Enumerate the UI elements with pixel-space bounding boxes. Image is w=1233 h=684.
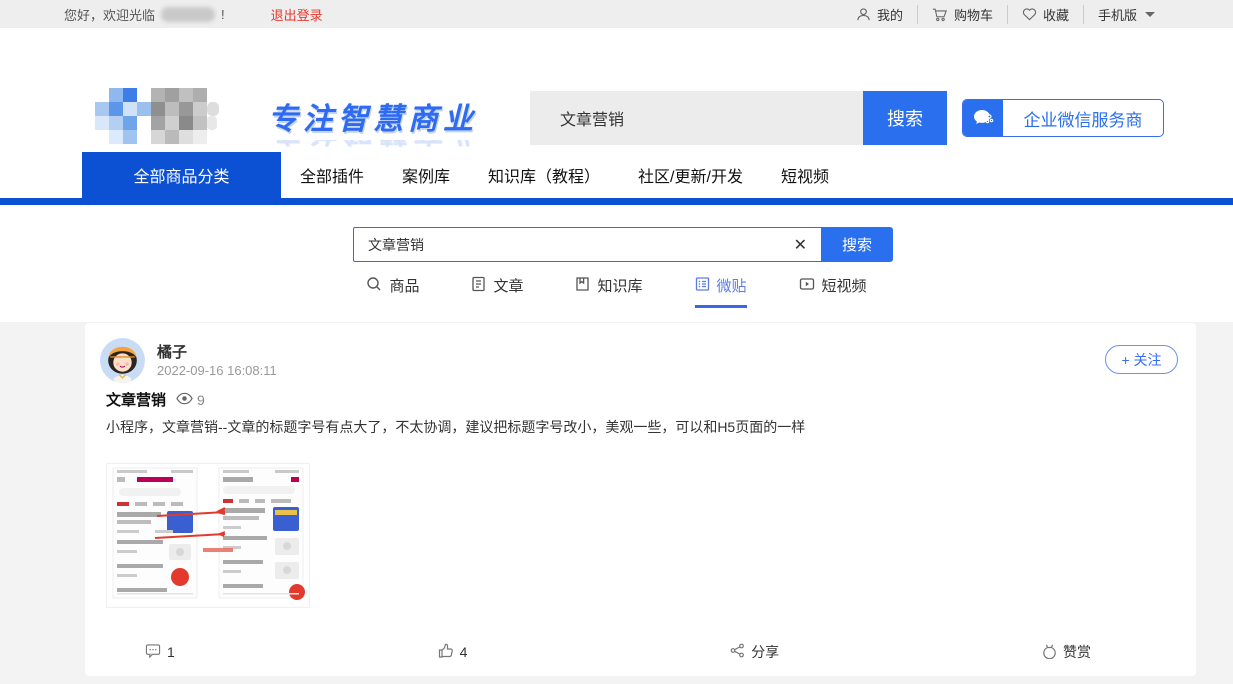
header-search-input[interactable] (530, 91, 863, 145)
site-logo-pixelated[interactable] (95, 88, 223, 149)
favorites-link[interactable]: 收藏 (1007, 5, 1083, 24)
tagline: 专注智慧商业 专注智慧商业 (268, 94, 488, 156)
tab-articles[interactable]: 文章 (471, 275, 523, 308)
post-timestamp: 2022-09-16 16:08:11 (157, 363, 277, 378)
topbar: 您好，欢迎光临 ! 退出登录 我的 购物车 (0, 0, 1233, 28)
my-account-label: 我的 (877, 5, 903, 24)
heart-icon (1022, 7, 1037, 21)
post-title-row: 文章营销 9 (106, 389, 205, 410)
tab-short-video[interactable]: 短视频 (799, 275, 867, 308)
thumbs-up-icon (438, 643, 454, 662)
nav-item-cases[interactable]: 案例库 (383, 152, 469, 198)
main-nav: 全部商品分类 全部插件 案例库 知识库（教程） 社区/更新/开发 短视频 (0, 152, 1233, 198)
tagline-reflection: 专注智慧商业 (268, 140, 488, 156)
video-icon (799, 276, 815, 296)
topbar-links: 我的 购物车 收藏 手机版 (842, 5, 1169, 24)
comment-count: 1 (167, 644, 175, 660)
result-search-button[interactable]: 搜索 (821, 227, 893, 262)
wecom-label: 企业微信服务商 (1003, 106, 1163, 131)
reward-action[interactable]: 赞赏 (1042, 642, 1091, 662)
cart-label: 购物车 (954, 5, 993, 24)
greeting-suffix: ! (221, 7, 225, 22)
favorites-label: 收藏 (1043, 5, 1069, 24)
post-action-row: 1 4 (85, 642, 1196, 662)
nav-item-knowledge[interactable]: 知识库（教程） (469, 152, 619, 198)
tagline-text: 专注智慧商业 (268, 94, 488, 138)
like-action[interactable]: 4 (438, 642, 468, 662)
post-body: 小程序，文章营销--文章的标题字号有点大了，不太协调，建议把标题字号改小，美观一… (106, 417, 1166, 437)
nav-item-community[interactable]: 社区/更新/开发 (619, 152, 762, 198)
mobile-version-link[interactable]: 手机版 (1083, 5, 1169, 24)
result-search-input[interactable] (354, 237, 780, 253)
share-action[interactable]: 分享 (730, 642, 779, 662)
tab-short-video-label: 短视频 (822, 275, 867, 296)
view-count: 9 (197, 392, 205, 408)
wecom-icon (963, 100, 1003, 136)
eye-icon (176, 392, 193, 408)
greeting: 您好，欢迎光临 ! 退出登录 (64, 5, 323, 24)
post-thumbnail-image[interactable] (106, 463, 310, 608)
article-icon (471, 276, 486, 296)
site-header: 专注智慧商业 专注智慧商业 搜索 企业微信服务商 (0, 28, 1233, 152)
result-search-box: ✕ (353, 227, 821, 262)
comment-action[interactable]: 1 (145, 642, 175, 662)
reward-label: 赞赏 (1063, 642, 1091, 662)
tab-microposts[interactable]: 微贴 (695, 275, 747, 308)
post-card: 橘子 2022-09-16 16:08:11 + 关注 文章营销 9 小程序，文… (85, 323, 1196, 676)
chevron-down-icon (1145, 12, 1155, 17)
user-icon (856, 7, 871, 22)
header-search-button[interactable]: 搜索 (863, 91, 947, 145)
avatar[interactable] (100, 338, 145, 383)
search-section: ✕ 搜索 商品 文章 (0, 205, 1233, 322)
greeting-prefix: 您好，欢迎光临 (64, 5, 155, 24)
search-icon (366, 276, 382, 296)
nav-item-short-video[interactable]: 短视频 (762, 152, 848, 198)
censored-username (161, 7, 215, 22)
result-tabs: 商品 文章 知识库 (0, 275, 1233, 308)
tab-microposts-label: 微贴 (717, 275, 747, 296)
logout-link[interactable]: 退出登录 (271, 5, 323, 24)
like-count: 4 (460, 644, 468, 660)
nav-item-all-categories[interactable]: 全部商品分类 (82, 152, 281, 198)
tab-products-label: 商品 (389, 275, 419, 296)
book-icon (575, 276, 590, 296)
author-name[interactable]: 橘子 (157, 341, 187, 362)
tab-knowledge[interactable]: 知识库 (575, 275, 642, 308)
reward-icon (1042, 643, 1057, 662)
cart-link[interactable]: 购物车 (917, 5, 1007, 24)
follow-button[interactable]: + 关注 (1105, 345, 1178, 374)
clear-search-icon[interactable]: ✕ (780, 235, 821, 255)
nav-underline (0, 198, 1233, 205)
result-search: ✕ 搜索 (353, 227, 893, 262)
view-counter: 9 (176, 392, 205, 408)
tab-articles-label: 文章 (493, 275, 523, 296)
page: 您好，欢迎光临 ! 退出登录 我的 购物车 (0, 0, 1233, 684)
cart-icon (932, 7, 948, 22)
content-area: 橘子 2022-09-16 16:08:11 + 关注 文章营销 9 小程序，文… (0, 322, 1233, 684)
tab-products[interactable]: 商品 (366, 275, 419, 308)
share-icon (730, 643, 745, 661)
share-label: 分享 (751, 642, 779, 662)
mobile-version-label: 手机版 (1098, 5, 1137, 24)
wecom-service-button[interactable]: 企业微信服务商 (962, 99, 1164, 137)
nav-item-plugins[interactable]: 全部插件 (281, 152, 383, 198)
my-account-link[interactable]: 我的 (842, 5, 917, 24)
header-search: 搜索 (530, 91, 947, 145)
comment-icon (145, 643, 161, 661)
tab-knowledge-label: 知识库 (597, 275, 642, 296)
post-title[interactable]: 文章营销 (106, 389, 166, 410)
list-icon (695, 276, 710, 296)
